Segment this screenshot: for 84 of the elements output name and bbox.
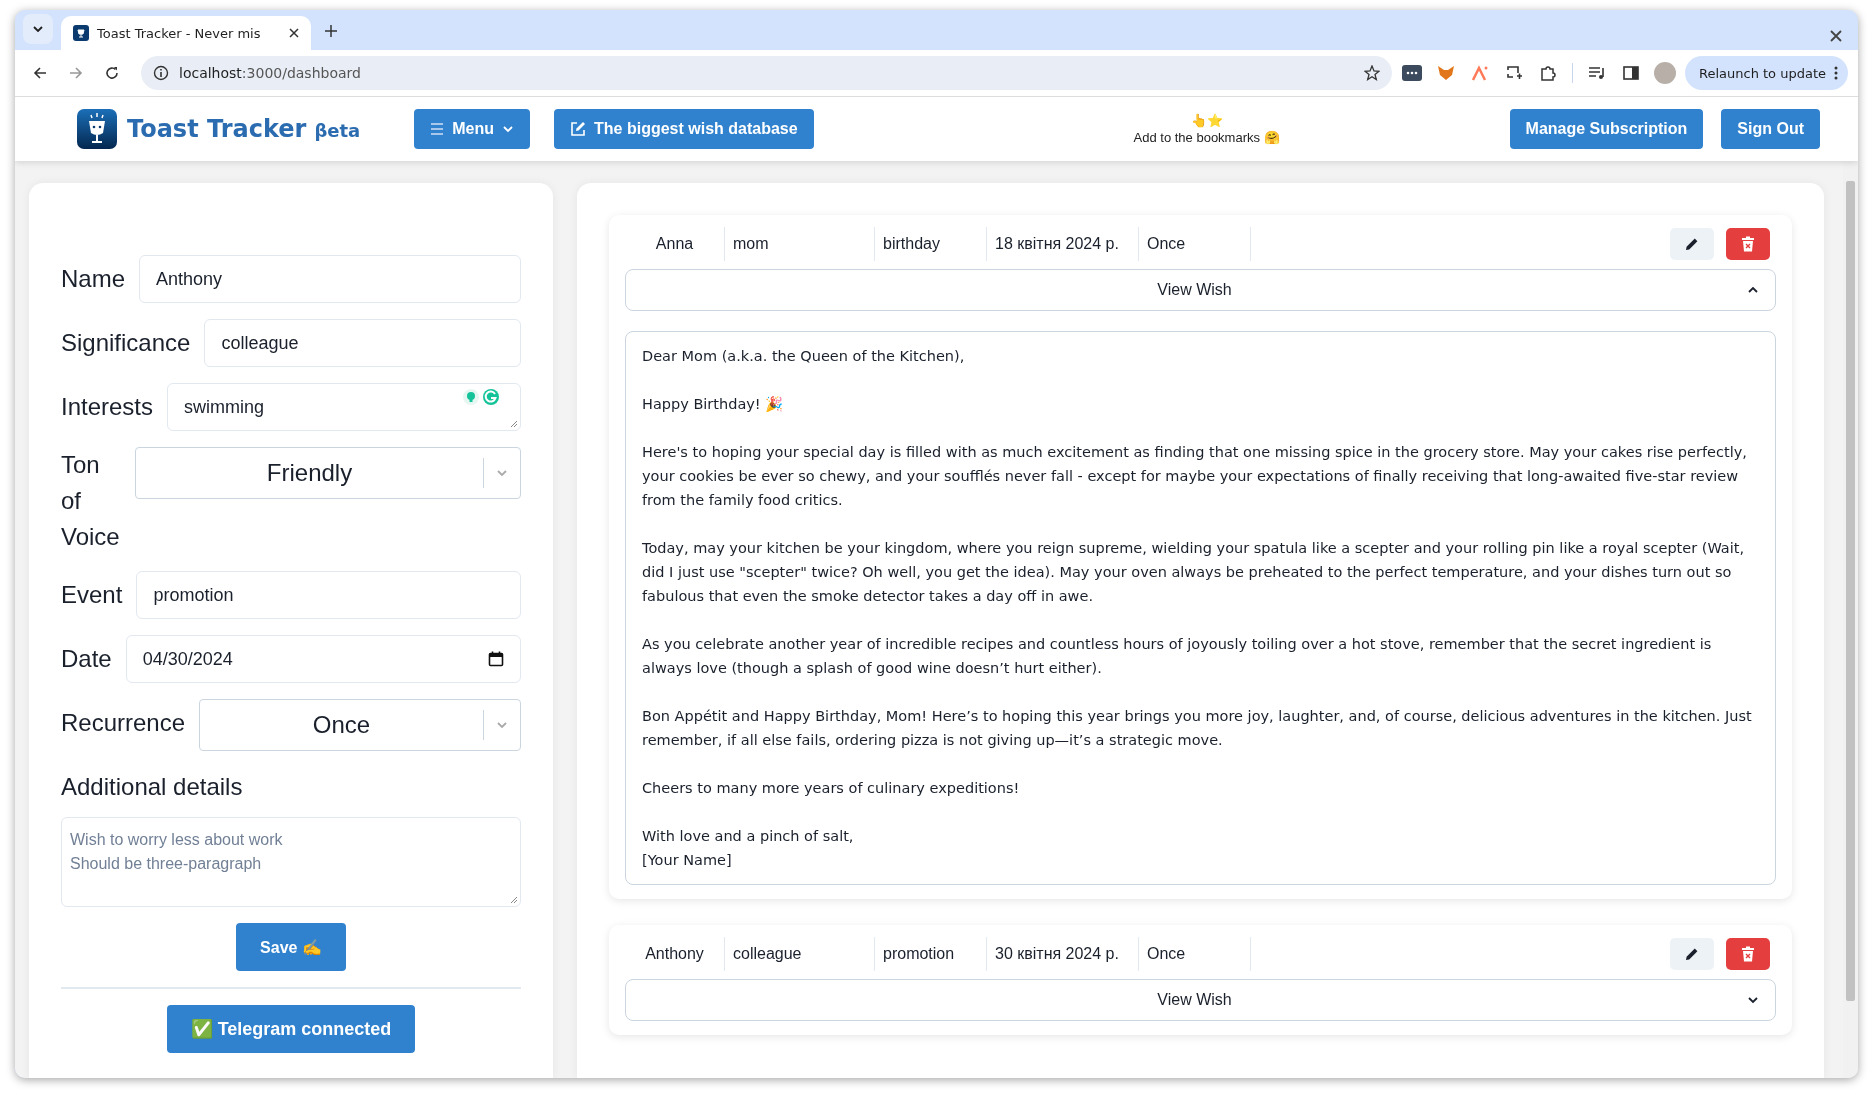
field-label: Name: [61, 264, 126, 294]
wish-paragraph: Bon Appétit and Happy Birthday, Mom! Here’s to hoping this year brings you more joy, laughter, and, of course, delicious adventures in the kitchen. Just remember, if all else fails, ordering pizza is not giving up—it’s a strategic move.: [642, 707, 1753, 750]
date-input[interactable]: 04/30/2024: [125, 635, 521, 683]
reload-icon: [105, 66, 119, 80]
media-icon[interactable]: [1588, 66, 1606, 80]
field-label: Ton of Voice: [61, 450, 121, 552]
text-input[interactable]: Anthony: [139, 255, 521, 303]
telegram-button[interactable]: ✅ Telegram connected: [166, 1005, 416, 1053]
wish-paragraph: With love and a pinch of salt, [Your Name]: [642, 827, 855, 870]
wish-paragraph: Today, may your kitchen be your kingdom, where you reign supreme, wielding your spatula like a scepter and your rolling pin like a royal scepter (Wait, did I just use "scepter" twice? Oh well, you get the idea). May your oven always be preheated to the perfect temperature, and your dishes turn out so fabulous that even the smoke detector takes a day off in awe.: [642, 539, 1746, 606]
menu-icon: [430, 123, 445, 135]
close-icon[interactable]: [289, 28, 299, 38]
resize-handle-icon[interactable]: [510, 420, 518, 428]
pencil-icon: [1684, 236, 1700, 252]
wish-paragraph: Here's to hoping your special day is filled with as much excitement as finding that one missing spice in the grocery store. May your cakes rise perfectly, your cookies be ever so chewy, and your soufflés never fall - except for maybe your expectations of finally receiving that long-awaited five-star review from the family food critics.: [642, 443, 1748, 510]
menu-button[interactable]: Menu: [414, 109, 531, 149]
view-wish-toggle[interactable]: View Wish: [625, 269, 1776, 311]
relaunch-button[interactable]: Relaunch to update: [1685, 56, 1848, 90]
section-label: Additional details: [61, 773, 244, 801]
select-dropdown[interactable]: Once: [199, 699, 521, 751]
header-button[interactable]: Sign Out: [1721, 109, 1820, 149]
wish-paragraph: Dear Mom (a.k.a. the Queen of the Kitchen),: [642, 347, 966, 366]
view-wish-toggle[interactable]: View Wish: [625, 979, 1776, 1021]
field-label: Date: [61, 644, 112, 674]
bookmark-hint: Add to the bookmarks 🤗: [1133, 130, 1280, 145]
table-cell: 18 квітня 2024 р.: [987, 227, 1139, 261]
field-label: Event: [61, 580, 123, 610]
details-text-area[interactable]: Wish to worry less about work Should be three-paragraph: [61, 817, 521, 907]
edit-button[interactable]: [1670, 938, 1714, 970]
chevron-icon: [502, 123, 515, 135]
field-label: Interests: [61, 392, 154, 422]
field-label: Recurrence: [61, 708, 186, 738]
table-cell: 30 квітня 2024 р.: [987, 937, 1139, 971]
table-cell: Once: [1139, 937, 1251, 971]
table-cell: colleague: [725, 937, 875, 971]
bookmark-emoji: 👆⭐: [1190, 113, 1223, 128]
table-cell: promotion: [875, 937, 987, 971]
trash-icon: [1741, 946, 1755, 962]
select-dropdown[interactable]: Friendly: [135, 447, 521, 499]
field-label: Significance: [61, 328, 191, 358]
plus-icon: [325, 25, 337, 37]
tab-search-button[interactable]: [23, 14, 53, 44]
more-icon: [1834, 66, 1838, 80]
side-panel-icon[interactable]: [1623, 65, 1639, 81]
table-cell: Once: [1139, 227, 1251, 261]
browser-tab[interactable]: Toast Tracker - Never mis: [61, 16, 311, 50]
pencil-icon: [1684, 946, 1700, 962]
delete-button[interactable]: [1726, 938, 1770, 970]
table-cell: mom: [725, 227, 875, 261]
brand-title[interactable]: Toast Tracker βeta: [127, 115, 361, 143]
wish-database-button[interactable]: The biggest wish database: [554, 109, 814, 149]
resize-handle-icon[interactable]: [510, 896, 518, 904]
star-icon[interactable]: [1364, 65, 1380, 81]
edit-button[interactable]: [1670, 228, 1714, 260]
delete-button[interactable]: [1726, 228, 1770, 260]
table-cell: birthday: [875, 227, 987, 261]
logo-icon: [77, 109, 117, 149]
save-button[interactable]: Save ✍: [236, 923, 346, 971]
puzzle-icon[interactable]: [1540, 65, 1556, 81]
text-input[interactable]: colleague: [204, 319, 521, 367]
chevron-icon: [496, 719, 508, 731]
table-cell: Anna: [625, 227, 725, 261]
text-area[interactable]: swimming: [167, 383, 521, 431]
header-button[interactable]: Manage Subscription: [1509, 109, 1704, 149]
calendar-icon[interactable]: [488, 651, 504, 667]
favicon-icon: [73, 25, 89, 41]
address-bar[interactable]: localhost:3000/dashboard: [141, 56, 1392, 90]
table-cell: Anthony: [625, 937, 725, 971]
close-icon[interactable]: [1830, 30, 1842, 42]
edit-icon: [570, 121, 587, 137]
fox-icon[interactable]: [1437, 65, 1455, 81]
grammar-checker-icon[interactable]: [482, 388, 500, 406]
trash-icon: [1741, 236, 1755, 252]
wish-paragraph: Cheers to many more years of culinary expeditions!: [642, 779, 1021, 798]
wish-paragraph: Happy Birthday! 🎉: [642, 395, 785, 414]
info-icon: [153, 65, 169, 81]
dots-icon[interactable]: [1402, 65, 1422, 81]
chevron-icon: [32, 23, 44, 35]
wish-paragraph: As you celebrate another year of incredible recipes and countless hours of joyously toiling over a hot stove, remember that the secret ingredient is always love (though a splash of good wine doesn’t hurt either).: [642, 635, 1713, 678]
chevron-icon: [496, 467, 508, 479]
back-arrow-icon: [33, 66, 47, 80]
forward-arrow-icon: [69, 66, 83, 80]
crop-icon[interactable]: [1506, 65, 1522, 81]
text-input[interactable]: promotion: [136, 571, 521, 619]
